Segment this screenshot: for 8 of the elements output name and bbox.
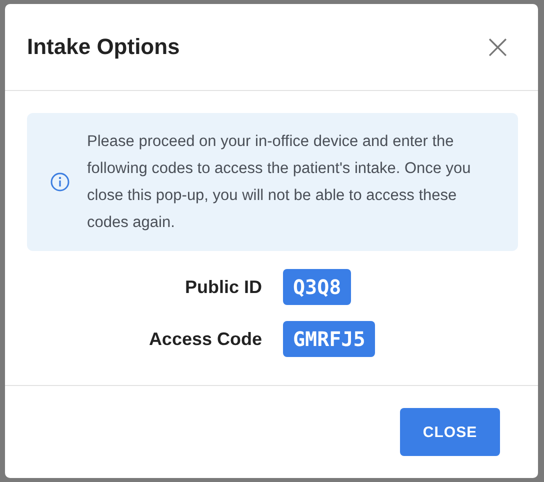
code-value: Q3Q8 [283, 269, 352, 305]
dialog-title: Intake Options [27, 34, 180, 60]
close-button[interactable]: CLOSE [400, 408, 500, 456]
info-icon [50, 172, 70, 192]
notice-text: Please proceed on your in-office device and enter the following codes to access the patient's intake. Once you close this pop-up, you will not be able to access these codes again. [87, 132, 472, 233]
code-label: Public ID [184, 276, 262, 298]
code-label: Access Code [148, 328, 262, 350]
code-value: GMRFJ5 [283, 321, 376, 357]
